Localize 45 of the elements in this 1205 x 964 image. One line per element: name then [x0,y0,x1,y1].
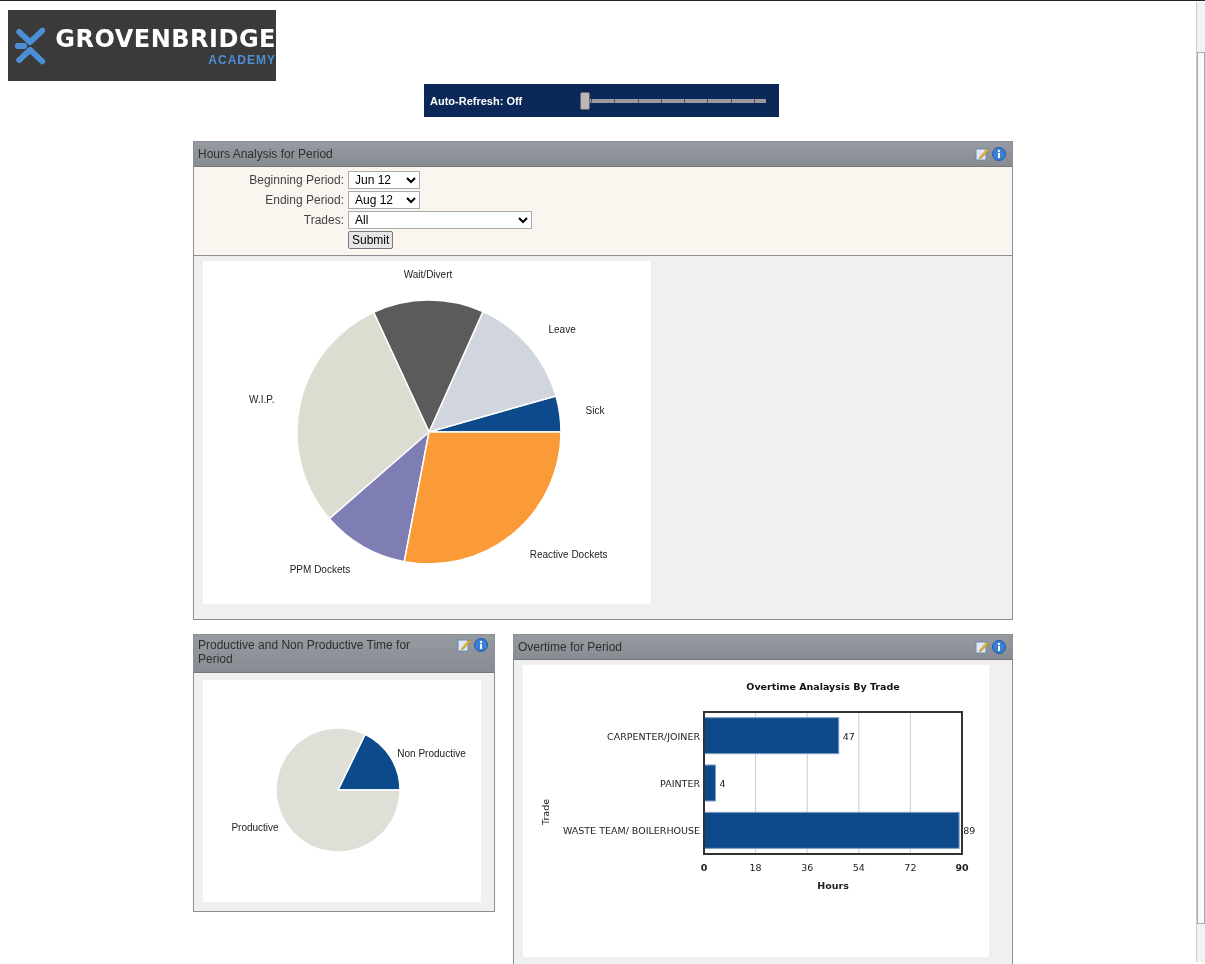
axis-title: Hours [817,880,849,891]
auto-refresh-label: Auto-Refresh: Off [430,94,524,107]
category-label: PAINTER [660,778,700,789]
edit-icon[interactable] [975,640,989,654]
info-icon[interactable] [992,147,1006,161]
info-icon[interactable] [474,638,488,652]
edit-icon[interactable] [457,638,471,652]
value-label: 89 [963,825,976,837]
value-label: 47 [842,730,855,742]
field-label: Beginning Period: [248,173,344,187]
tick-label: 36 [801,862,814,873]
field-label: Trades: [302,213,344,227]
category-label: WASTE TEAM/ BOILERHOUSE [562,825,700,837]
period-select[interactable]: All [348,211,532,229]
logo-title: GROVENBRIDGE [55,24,276,53]
edit-icon[interactable] [975,147,989,161]
bar [703,764,716,802]
tick-label: 0 [700,862,708,873]
slice-label: Wait/Divert [403,269,453,280]
tick-label: 72 [904,862,917,873]
panel-title: Productive and Non Productive Time for Period [198,638,412,666]
slice-label: Productive [231,822,279,834]
slice-label: W.I.P. [249,394,275,405]
tick-label: 90 [955,862,969,873]
value-label: 4 [719,778,726,789]
chart-title: Overtime Analaysis By Trade [746,681,900,692]
refresh-slider[interactable] [580,91,766,110]
panel-title: Overtime for Period [518,640,623,654]
period-select[interactable]: Jun 12 [348,171,420,189]
slice-label: Reactive Dockets [529,548,608,560]
field-label: Ending Period: [264,193,344,207]
info-icon[interactable] [992,640,1006,654]
tick-label: 54 [852,862,865,873]
logo-subtitle: ACADEMY [208,52,276,67]
slice-label: PPM Dockets [289,564,351,575]
axis-title: Trade [540,799,551,825]
period-select[interactable]: Aug 12 [348,191,420,209]
slider-thumb[interactable] [580,91,590,110]
slice-label: Sick [585,405,605,417]
slice-label: Leave [548,323,576,335]
category-label: CARPENTER/JOINER [607,730,700,742]
tick-label: 18 [749,862,762,873]
slice-label: Non Productive [397,747,466,759]
submit-button[interactable]: Submit [348,231,394,249]
panel-title: Hours Analysis for Period [198,147,333,161]
